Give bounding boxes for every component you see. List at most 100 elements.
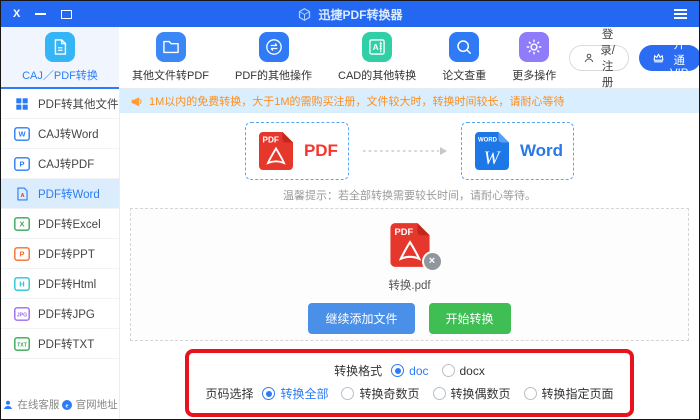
tab-more-operations[interactable]: 更多操作 (499, 27, 569, 88)
crown-icon (652, 51, 665, 64)
hamburger-menu-icon[interactable] (517, 9, 687, 19)
sync-arrows-icon (259, 32, 289, 62)
pages-choice-even[interactable]: 转换偶数页 (433, 385, 511, 402)
sidebar-item-label: PDF转Word (38, 186, 100, 202)
svg-text:X: X (19, 219, 24, 228)
svg-text:A: A (373, 42, 379, 52)
target-format-box: WORDW Word (461, 122, 574, 180)
sidebar-item-pdf-to-other[interactable]: PDF转其他文件 (1, 89, 119, 119)
pages-choice-all[interactable]: 转换全部 (262, 385, 328, 402)
source-format-box: PDF PDF (245, 122, 349, 180)
sidebar-item-label: PDF转TXT (38, 336, 94, 352)
tab-other-to-pdf[interactable]: 其他文件转PDF (119, 27, 222, 88)
notice-banner: 1M以内的免费转换，大于1M的需购买注册，文件较大时，转换时间较长，请耐心等待 (120, 89, 699, 113)
radio-icon (524, 387, 537, 400)
footer-link-online-service[interactable]: 在线客服 (2, 397, 59, 412)
svg-text:PDF: PDF (262, 136, 278, 145)
tab-label: CAJ／PDF转换 (22, 67, 98, 83)
title-bar: X 迅捷PDF转换器 (1, 1, 699, 27)
tab-pdf-operations[interactable]: PDF的其他操作 (222, 27, 325, 88)
svg-text:JPG: JPG (17, 312, 27, 318)
footer-link-label: 官网地址 (76, 397, 118, 412)
website-icon: e (61, 399, 73, 411)
tab-label: PDF的其他操作 (235, 67, 312, 83)
sidebar-item-label: PDF转JPG (38, 306, 95, 322)
notice-banner-text: 1M以内的免费转换，大于1M的需购买注册，文件较大时，转换时间较长，请耐心等待 (149, 93, 565, 109)
file-drop-zone[interactable]: PDF × 转换.pdf 继续添加文件 开始转换 (130, 208, 689, 341)
svg-text:TXT: TXT (17, 342, 28, 348)
format-choice-docx[interactable]: docx (442, 364, 485, 378)
svg-text:PDF: PDF (394, 226, 413, 237)
folder-icon (156, 32, 186, 62)
radio-label: doc (409, 364, 428, 378)
pages-option-row: 页码选择 转换全部 转换奇数页转换偶数页转换指定页面 (205, 382, 613, 405)
tab-bar: CAJ／PDF转换 其他文件转PDF PDF的其他操作 ACAD的其他转换论文查重 更多… (1, 27, 569, 88)
maximize-window-icon[interactable] (61, 10, 72, 19)
dotted-arrow-icon (361, 145, 449, 157)
start-convert-button[interactable]: 开始转换 (429, 303, 511, 334)
cad-drawing-icon: A (362, 32, 392, 62)
format-option-row: 转换格式 docdocx (205, 359, 613, 382)
sidebar-item-pdf-to-jpg[interactable]: JPG PDF转JPG (1, 299, 119, 329)
radio-icon (442, 364, 455, 377)
svg-text:e: e (65, 402, 68, 409)
sidebar-item-label: PDF转其他文件 (38, 96, 119, 112)
app-title: 迅捷PDF转换器 (318, 6, 402, 23)
pages-choice-range[interactable]: 转换指定页面 (524, 385, 614, 402)
login-register-label: 登录/注册 (600, 26, 615, 90)
magnifier-icon (449, 32, 479, 62)
app-logo-icon (297, 7, 312, 22)
sidebar-item-caj-to-pdf[interactable]: P CAJ转PDF (1, 149, 119, 179)
sidebar-item-pdf-to-txt[interactable]: TXT PDF转TXT (1, 329, 119, 359)
sidebar-footer: 在线客服 e 官网地址 (1, 397, 119, 412)
pages-choice-odd[interactable]: 转换奇数页 (341, 385, 419, 402)
tab-label: 论文查重 (442, 67, 486, 83)
svg-text:A: A (20, 193, 24, 199)
warm-tip-text: 温馨提示：若全部转换需要较长时间，请耐心等待。 (120, 187, 699, 203)
pdf-html-icon: H (14, 277, 30, 291)
sidebar-item-pdf-to-ppt[interactable]: PPDF转PPT (1, 239, 119, 269)
format-radio-group: doc docx (391, 364, 485, 378)
radio-label: docx (460, 364, 485, 378)
sidebar-item-label: CAJ转Word (38, 126, 99, 142)
sidebar-item-caj-to-word[interactable]: W CAJ转Word (1, 119, 119, 149)
svg-text:P: P (19, 159, 24, 168)
pdf-file-icon: PDF × (387, 219, 433, 271)
toolbar-right: 登录/注册 开通VIP (569, 27, 700, 88)
tab-label: 其他文件转PDF (132, 67, 209, 83)
sidebar-item-pdf-to-html[interactable]: HPDF转Html (1, 269, 119, 299)
footer-link-official-site[interactable]: e 官网地址 (61, 397, 118, 412)
word-file-small-icon: WORDW (472, 129, 512, 173)
file-name: 转换.pdf (388, 277, 430, 293)
pdf-txt-icon: TXT (14, 337, 30, 351)
add-files-button[interactable]: 继续添加文件 (308, 303, 414, 334)
tab-cad-convert[interactable]: ACAD的其他转换 (325, 27, 429, 88)
pages-label: 页码选择 (205, 385, 253, 402)
tab-paper-check[interactable]: 论文查重 (429, 27, 499, 88)
format-choice-doc[interactable]: doc (391, 364, 428, 378)
close-window-icon[interactable]: X (13, 9, 20, 20)
main-panel: 1M以内的免费转换，大于1M的需购买注册，文件较大时，转换时间较长，请耐心等待 … (120, 89, 699, 419)
app-window: X 迅捷PDF转换器 CAJ／PDF转换 其他文件转PDF PDF的其他操作 ACAD… (0, 0, 700, 420)
sidebar-item-pdf-to-excel[interactable]: X PDF转Excel (1, 209, 119, 239)
pdf-jpg-icon: JPG (14, 307, 30, 321)
caj-pdf-icon: P (14, 157, 30, 171)
sidebar-item-label: PDF转Excel (38, 216, 101, 232)
source-format-label: PDF (304, 141, 338, 161)
gear-icon (519, 32, 549, 62)
sidebar-item-label: CAJ转PDF (38, 156, 94, 172)
target-format-label: Word (520, 141, 563, 161)
tab-caj-pdf-convert[interactable]: CAJ／PDF转换 (1, 27, 119, 88)
pdf-file-small-icon: PDF (256, 129, 296, 173)
open-vip-button[interactable]: 开通VIP (639, 45, 700, 71)
remove-file-icon[interactable]: × (422, 251, 443, 272)
login-register-button[interactable]: 登录/注册 (569, 45, 629, 71)
radio-icon (262, 387, 275, 400)
open-vip-label: 开通VIP (670, 36, 689, 80)
svg-text:W: W (484, 148, 502, 169)
svg-text:W: W (18, 129, 26, 138)
tab-label: 更多操作 (512, 67, 556, 83)
sidebar-item-pdf-to-word[interactable]: A PDF转Word (1, 179, 119, 209)
minimize-window-icon[interactable] (35, 13, 46, 15)
radio-label: 转换奇数页 (359, 385, 419, 402)
